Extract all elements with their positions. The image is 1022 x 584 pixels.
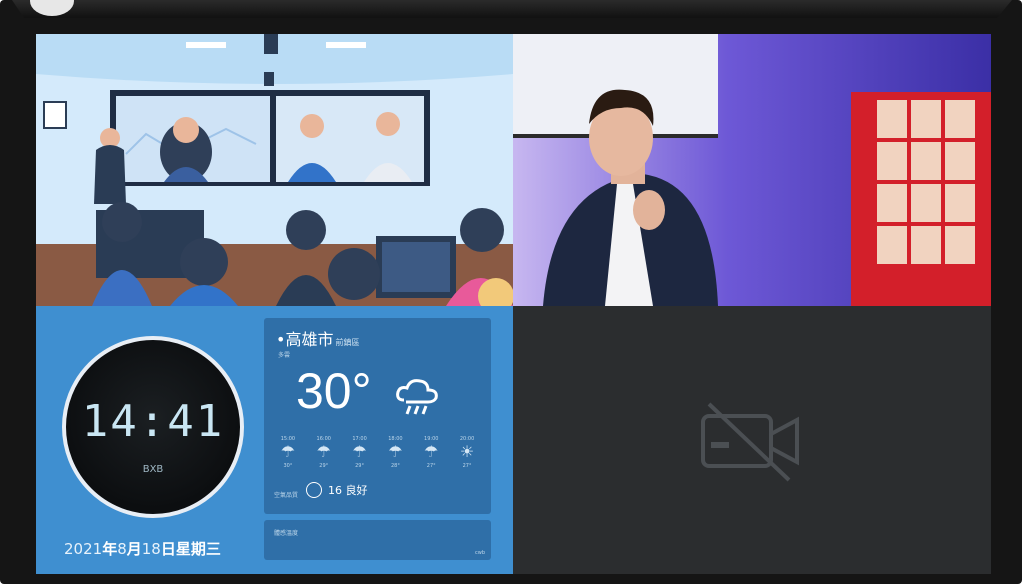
conference-illustration bbox=[36, 34, 513, 306]
presenter-photo bbox=[513, 34, 991, 306]
forecast-item: 18:00 ☂ 28° bbox=[377, 436, 413, 469]
conference-room-feed[interactable] bbox=[36, 34, 513, 306]
weather-extra-card[interactable]: 體感溫度 cwb bbox=[264, 520, 491, 560]
rain-cloud-icon: ☂ bbox=[352, 442, 367, 461]
video-camera-off-icon bbox=[701, 402, 799, 482]
rain-cloud-icon bbox=[396, 379, 438, 415]
forecast-item: 20:00 ☀ 27° bbox=[449, 436, 485, 469]
forecast-item: 19:00 ☂ 27° bbox=[413, 436, 449, 469]
rain-cloud-icon: ☂ bbox=[280, 442, 296, 461]
clock-time: 14:41 bbox=[81, 396, 225, 447]
rain-cloud-icon: ☂ bbox=[424, 442, 439, 461]
extra-label: 體感溫度 bbox=[274, 530, 299, 537]
air-quality-label: 空氣品質 bbox=[274, 492, 299, 499]
hourly-forecast: 15:00 ☂ 30° 16:00 ☂ 29° 17:00 ☂ 29° 18:00 ☂ 28° … bbox=[270, 436, 485, 469]
air-quality-value: 16 良好 bbox=[306, 482, 368, 498]
smiley-face-icon bbox=[306, 482, 322, 498]
date-text: 2021年8月18日星期三 bbox=[64, 540, 221, 558]
presenter-feed[interactable] bbox=[513, 34, 991, 306]
forecast-item: 17:00 ☂ 29° bbox=[342, 436, 378, 469]
source-mark: cwb bbox=[474, 550, 485, 556]
analog-clock-face: 14:41 BXB bbox=[62, 336, 244, 518]
display-top-edge bbox=[12, 0, 1012, 18]
forecast-item: 15:00 ☂ 30° bbox=[270, 436, 306, 469]
rain-cloud-icon: ☂ bbox=[388, 442, 403, 461]
weather-card[interactable]: •高雄市 前鎮區 多雲 30° 15:00 ☂ 30° 16:00 ☂ 29° 17:00… bbox=[264, 318, 491, 514]
current-temperature: 30° bbox=[296, 363, 372, 419]
weather-location: •高雄市 前鎮區 bbox=[276, 330, 360, 349]
clock-subtitle: BXB bbox=[142, 464, 164, 475]
forecast-item: 16:00 ☂ 29° bbox=[306, 436, 342, 469]
sun-cloud-icon: ☀ bbox=[459, 442, 475, 461]
rain-cloud-icon: ☂ bbox=[316, 442, 331, 461]
clock-weather-panel: 14:41 BXB 2021年8月18日星期三 •高雄市 前鎮區 多雲 30° 1… bbox=[36, 306, 513, 574]
video-wall: 14:41 BXB 2021年8月18日星期三 •高雄市 前鎮區 多雲 30° 1… bbox=[36, 34, 991, 574]
camera-off-feed[interactable] bbox=[513, 306, 991, 574]
weather-condition: 多雲 bbox=[278, 352, 291, 359]
